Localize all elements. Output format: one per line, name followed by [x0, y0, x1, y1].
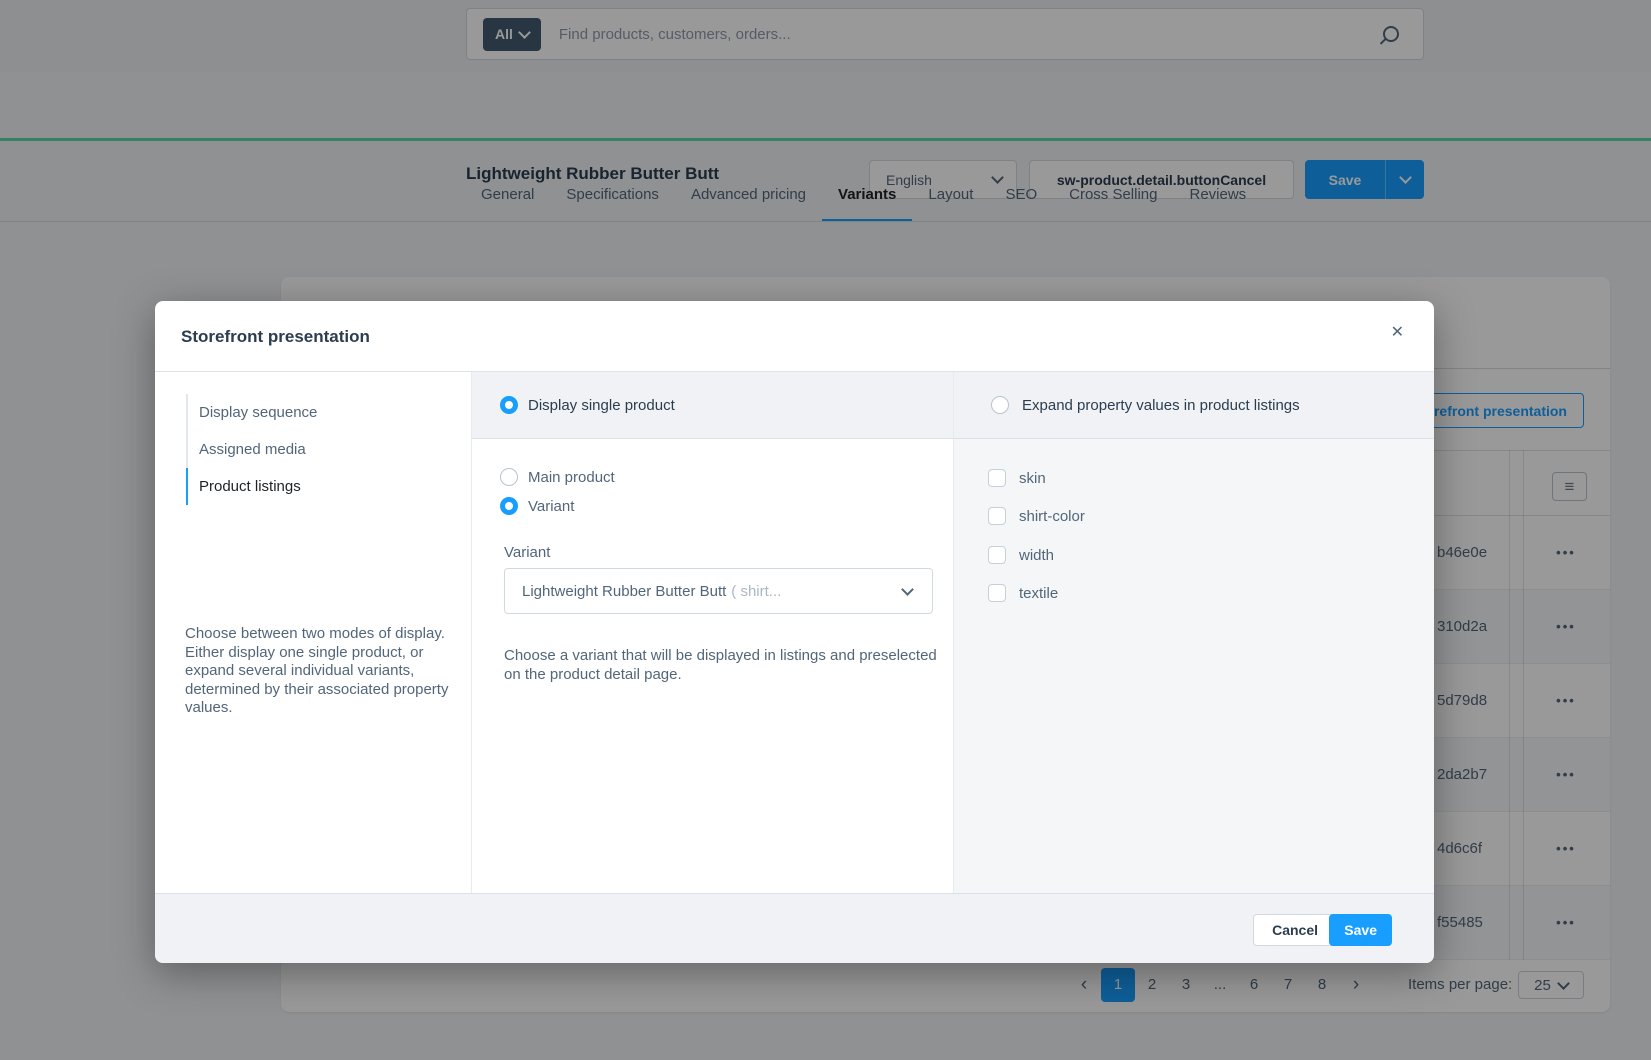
modal-sidebar: Display sequence Assigned media Product … — [155, 372, 471, 893]
modal-save-button[interactable]: Save — [1329, 914, 1392, 946]
property-label: textile — [1019, 585, 1058, 602]
modal-header: Storefront presentation ✕ — [155, 301, 1434, 372]
checkbox-textile[interactable] — [988, 584, 1006, 602]
close-icon[interactable]: ✕ — [1391, 325, 1404, 341]
modal-title: Storefront presentation — [181, 301, 370, 372]
radio-main-product[interactable] — [500, 468, 518, 486]
radio-expand-properties[interactable] — [991, 396, 1009, 414]
chevron-down-icon — [901, 583, 914, 596]
checkbox-width[interactable] — [988, 546, 1006, 564]
variant-select-value-muted: ( shirt... — [731, 583, 781, 600]
variant-option-label: Variant — [528, 498, 574, 515]
checkbox-skin[interactable] — [988, 469, 1006, 487]
main-product-label: Main product — [528, 469, 615, 486]
checkbox-shirt-color[interactable] — [988, 507, 1006, 525]
nav-item-display-sequence[interactable]: Display sequence — [186, 394, 317, 431]
nav-item-product-listings[interactable]: Product listings — [186, 468, 317, 505]
radio-display-single-product[interactable] — [500, 396, 518, 414]
nav-item-assigned-media[interactable]: Assigned media — [186, 431, 317, 468]
mode-description: Choose between two modes of display. Eit… — [185, 625, 457, 718]
property-option-skin[interactable]: skin — [988, 469, 1046, 487]
variant-field-label: Variant — [504, 544, 550, 561]
storefront-presentation-modal: Storefront presentation ✕ Display sequen… — [155, 301, 1434, 963]
expand-properties-column: Expand property values in product listin… — [953, 372, 1434, 893]
property-option-shirt-color[interactable]: shirt-color — [988, 507, 1085, 525]
modal-cancel-button[interactable]: Cancel — [1253, 914, 1337, 946]
property-label: shirt-color — [1019, 508, 1085, 525]
modal-footer: Cancel Save — [155, 893, 1434, 963]
single-product-header[interactable]: Display single product — [472, 372, 953, 439]
variant-helper-text: Choose a variant that will be displayed … — [504, 646, 942, 684]
option-main-product[interactable]: Main product — [500, 468, 615, 486]
expand-properties-header[interactable]: Expand property values in product listin… — [954, 372, 1434, 439]
property-option-width[interactable]: width — [988, 546, 1054, 564]
variant-select[interactable]: Lightweight Rubber Butter Butt ( shirt..… — [504, 568, 933, 614]
variant-select-value: Lightweight Rubber Butter Butt — [522, 583, 726, 600]
property-option-textile[interactable]: textile — [988, 584, 1058, 602]
expand-properties-label: Expand property values in product listin… — [1022, 397, 1300, 414]
radio-variant[interactable] — [500, 497, 518, 515]
property-label: skin — [1019, 470, 1046, 487]
property-label: width — [1019, 547, 1054, 564]
option-variant[interactable]: Variant — [500, 497, 574, 515]
single-product-column: Display single product Main product Vari… — [471, 372, 953, 893]
app-root: All Find products, customers, orders... … — [0, 0, 1651, 1060]
single-product-label: Display single product — [528, 397, 675, 414]
modal-nav: Display sequence Assigned media Product … — [186, 394, 317, 505]
